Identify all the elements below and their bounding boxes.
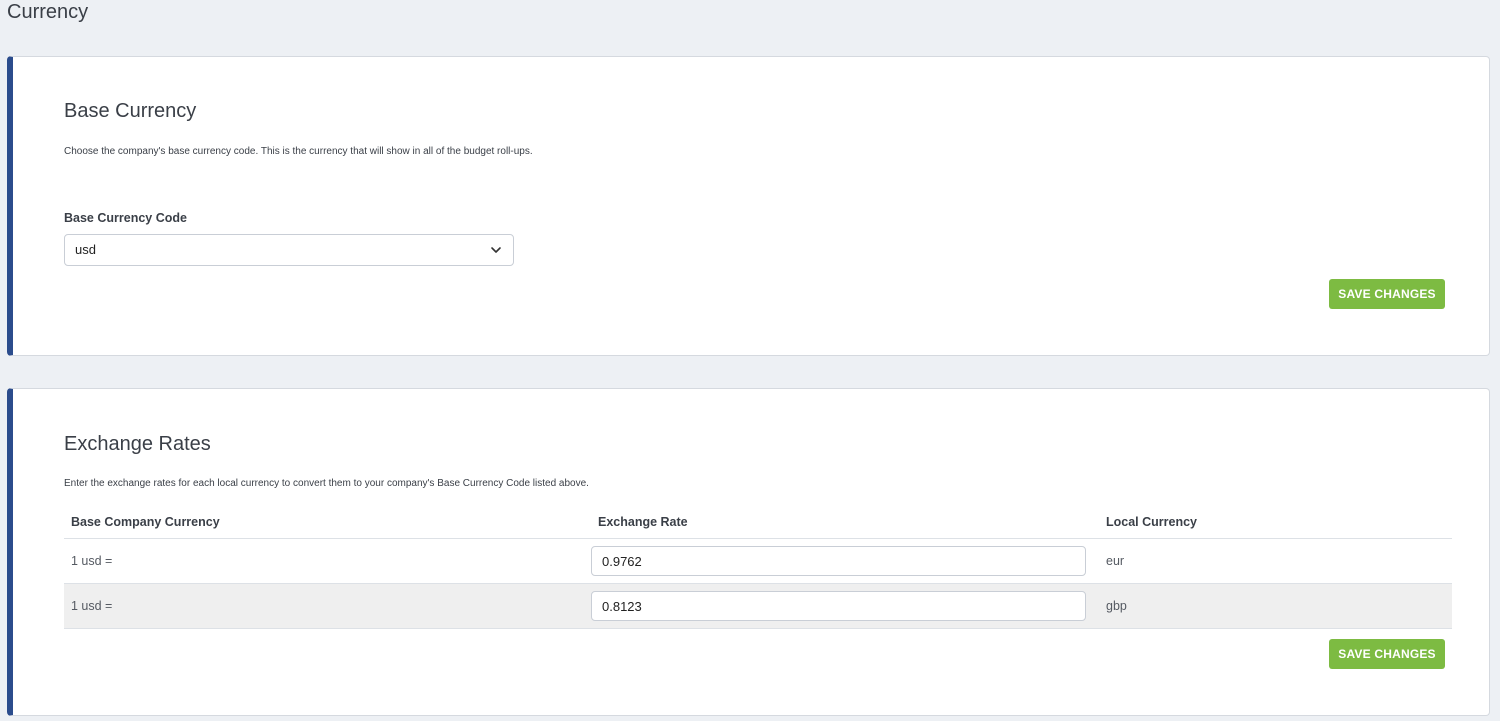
local-currency-cell: gbp — [1099, 583, 1452, 629]
base-currency-title: Base Currency — [64, 100, 197, 122]
table-row: 1 usd = gbp — [64, 583, 1452, 629]
base-currency-card: Base Currency Choose the company's base … — [7, 56, 1490, 356]
page-title: Currency — [7, 1, 89, 23]
base-currency-description: Choose the company's base currency code.… — [64, 146, 533, 157]
exchange-rates-table: Base Company Currency Exchange Rate Loca… — [64, 505, 1452, 629]
exchange-rate-cell — [591, 583, 1099, 629]
column-header-exchange-rate: Exchange Rate — [591, 505, 1099, 539]
chevron-down-icon — [491, 247, 501, 253]
table-header-row: Base Company Currency Exchange Rate Loca… — [64, 505, 1452, 539]
exchange-rate-input-eur[interactable] — [591, 546, 1086, 576]
exchange-rates-save-button[interactable]: SAVE CHANGES — [1329, 639, 1445, 669]
exchange-rates-description: Enter the exchange rates for each local … — [64, 478, 589, 489]
base-currency-cell: 1 usd = — [64, 538, 591, 584]
local-currency-cell: eur — [1099, 538, 1452, 584]
table-row: 1 usd = eur — [64, 538, 1452, 584]
base-currency-code-value: usd — [75, 242, 96, 257]
exchange-rate-input-gbp[interactable] — [591, 591, 1086, 621]
exchange-rates-card: Exchange Rates Enter the exchange rates … — [7, 388, 1490, 716]
column-header-local-currency: Local Currency — [1099, 505, 1452, 539]
exchange-rates-title: Exchange Rates — [64, 433, 211, 455]
exchange-rate-cell — [591, 538, 1099, 584]
base-currency-save-button[interactable]: SAVE CHANGES — [1329, 279, 1445, 309]
base-currency-code-label: Base Currency Code — [64, 211, 187, 225]
base-currency-cell: 1 usd = — [64, 583, 591, 629]
base-currency-code-select[interactable]: usd — [64, 234, 514, 266]
column-header-base-company-currency: Base Company Currency — [64, 505, 591, 539]
